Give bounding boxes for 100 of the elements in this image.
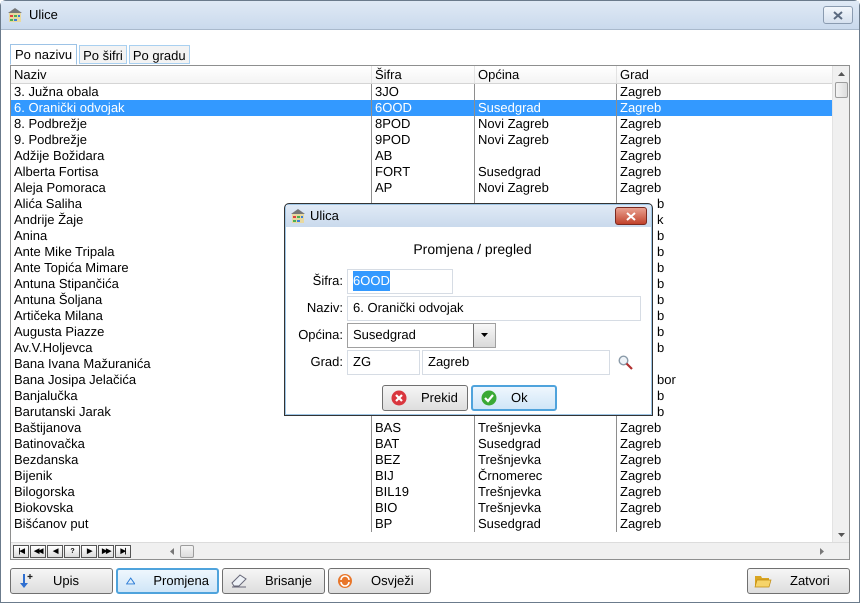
text-field[interactable]: 6. Oranički odvojak xyxy=(347,296,641,320)
table-cell: Trešnjevka xyxy=(478,420,542,435)
table-cell: Ante Mike Tripala xyxy=(14,244,114,259)
table-cell: 9. Podbrežje xyxy=(14,132,87,147)
table-cell: b xyxy=(657,244,664,259)
table-cell: Bana Josipa Jelačića xyxy=(14,372,136,387)
table-cell: Zagreb xyxy=(620,452,662,467)
table-cell: Novi Zagreb xyxy=(478,180,549,195)
table-cell: Zagreb xyxy=(620,180,662,195)
text-field[interactable]: Zagreb xyxy=(422,350,610,374)
close-button[interactable] xyxy=(823,6,853,24)
scroll-down-icon[interactable] xyxy=(838,533,844,537)
table-cell: Zagreb xyxy=(620,500,662,515)
folder-icon xyxy=(754,574,772,588)
table-cell: Artičeka Milana xyxy=(14,308,103,323)
table-cell: Bana Ivana Mažuranića xyxy=(14,356,151,371)
table-cell: Zagreb xyxy=(620,116,662,131)
scroll-thumb[interactable] xyxy=(834,82,848,98)
table-cell: Novi Zagreb xyxy=(478,116,549,131)
edit-button[interactable]: Promjena xyxy=(116,568,219,594)
table-cell: Trešnjevka xyxy=(478,452,542,467)
table-cell: Novi Zagreb xyxy=(478,132,549,147)
column-header[interactable]: Naziv xyxy=(11,66,371,83)
table-cell: Črnomerec xyxy=(478,468,542,483)
table-cell: b xyxy=(657,292,664,307)
dropdown[interactable]: Susedgrad xyxy=(347,322,496,348)
table-cell: b xyxy=(657,324,664,339)
scroll-left-icon[interactable] xyxy=(170,548,174,554)
refresh-icon xyxy=(337,573,353,589)
table-cell: b xyxy=(657,276,664,291)
table-cell: Susedgrad xyxy=(478,164,541,179)
table-cell: Alića Saliha xyxy=(14,196,82,211)
table-cell: Baštijanova xyxy=(14,420,82,435)
table-cell: Zagreb xyxy=(620,164,662,179)
column-header[interactable]: Općina xyxy=(474,66,616,83)
table-cell: Banjalučka xyxy=(14,388,78,403)
table-cell: Trešnjevka xyxy=(478,484,542,499)
table-cell: Susedgrad xyxy=(478,100,541,115)
table-cell: b xyxy=(657,260,664,275)
refresh-button[interactable]: Osvježi xyxy=(328,568,431,594)
table-cell: AB xyxy=(375,148,392,163)
table-cell: Zagreb xyxy=(620,132,662,147)
table-cell: Barutanski Jarak xyxy=(14,404,111,419)
table-cell: b xyxy=(657,340,664,355)
ok-button[interactable]: Ok xyxy=(471,385,557,411)
checkmark-icon xyxy=(481,390,497,406)
table-cell: Biokovska xyxy=(14,500,74,515)
search-icon[interactable] xyxy=(618,354,633,370)
table-cell: b xyxy=(657,196,664,211)
tab[interactable]: Po šifri xyxy=(79,45,127,64)
table-cell: Bišćanov put xyxy=(14,516,88,531)
table-cell: Zagreb xyxy=(620,100,662,115)
table-cell: Zagreb xyxy=(620,516,662,531)
table-cell: BIL19 xyxy=(375,484,409,499)
table-cell: AP xyxy=(375,180,392,195)
tab[interactable]: Po nazivu xyxy=(10,44,78,65)
table-cell: Zagreb xyxy=(620,436,662,451)
dialog-heading: Promjena / pregled xyxy=(412,240,533,259)
table-cell: b xyxy=(657,228,664,243)
table-cell: BAT xyxy=(375,436,400,451)
scroll-up-icon[interactable] xyxy=(838,72,844,76)
horizontal-scroll-thumb[interactable] xyxy=(180,544,194,558)
down-arrow-plus-icon xyxy=(19,573,35,589)
vertical-scrollbar[interactable] xyxy=(832,66,849,542)
table-cell: Susedgrad xyxy=(478,516,541,531)
table-cell: FORT xyxy=(375,164,410,179)
table-cell: Zagreb xyxy=(620,84,662,99)
dropdown-arrow-icon xyxy=(481,333,488,337)
code-field[interactable]: ZG xyxy=(347,350,420,374)
cancel-icon xyxy=(391,390,407,406)
close-window-button[interactable]: Zatvori xyxy=(747,568,850,594)
table-cell: BIO xyxy=(375,500,398,515)
app-icon xyxy=(7,7,23,23)
delete-button[interactable]: Brisanje xyxy=(222,568,325,594)
table-cell: b xyxy=(657,404,664,419)
table-cell: Trešnjevka xyxy=(478,500,542,515)
table-cell: Andrije Žaje xyxy=(14,212,84,227)
table-cell: Ante Topića Mimare xyxy=(14,260,129,275)
app-icon xyxy=(290,208,306,224)
add-button[interactable]: Upis xyxy=(10,568,113,594)
table-cell: b xyxy=(657,388,664,403)
field-label: Grad: xyxy=(309,353,344,372)
close-icon xyxy=(626,212,636,220)
close-button[interactable] xyxy=(615,207,647,225)
table-cell: 9POD xyxy=(375,132,410,147)
table-cell: BAS xyxy=(375,420,402,435)
field-label: Šifra: xyxy=(312,272,344,290)
field-label: Općina: xyxy=(297,326,344,344)
table-cell: 6OOD xyxy=(375,100,412,115)
table-cell: Bezdanska xyxy=(14,452,78,467)
column-header[interactable]: Šifra xyxy=(371,66,474,83)
scroll-right-icon[interactable] xyxy=(820,548,824,554)
table-cell: Av.V.Holjevca xyxy=(14,340,93,355)
table-cell: Bilogorska xyxy=(14,484,75,499)
table-cell: Zagreb xyxy=(620,148,662,163)
table-cell: Susedgrad xyxy=(478,436,541,451)
tab[interactable]: Po gradu xyxy=(128,45,190,64)
close-icon xyxy=(833,10,843,20)
table-cell: Augusta Piazze xyxy=(14,324,104,339)
cancel-button[interactable]: Prekid xyxy=(382,385,468,411)
